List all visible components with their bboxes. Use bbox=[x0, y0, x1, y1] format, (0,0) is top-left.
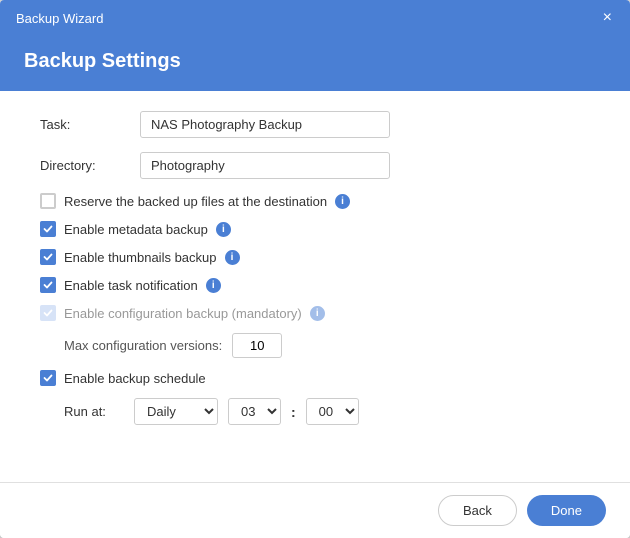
title-bar: Backup Wizard × bbox=[0, 0, 630, 36]
check-icon bbox=[43, 308, 53, 318]
back-button[interactable]: Back bbox=[438, 495, 517, 526]
reserve-label: Reserve the backed up files at the desti… bbox=[64, 194, 327, 209]
thumbnails-info-icon: i bbox=[225, 250, 240, 265]
schedule-row: Enable backup schedule bbox=[40, 370, 590, 386]
directory-row: Directory: bbox=[40, 152, 590, 179]
close-button[interactable]: × bbox=[601, 10, 614, 26]
backup-wizard-dialog: Backup Wizard × Backup Settings Task: Di… bbox=[0, 0, 630, 538]
frequency-select[interactable]: Daily Weekly Monthly bbox=[134, 398, 218, 425]
max-versions-label: Max configuration versions: bbox=[64, 338, 222, 353]
config-info-icon: i bbox=[310, 306, 325, 321]
task-row: Task: bbox=[40, 111, 590, 138]
config-label: Enable configuration backup (mandatory) bbox=[64, 306, 302, 321]
directory-label: Directory: bbox=[40, 158, 140, 173]
reserve-info-icon: i bbox=[335, 194, 350, 209]
metadata-row: Enable metadata backup i bbox=[40, 221, 590, 237]
dialog-title: Backup Wizard bbox=[16, 11, 103, 26]
schedule-label: Enable backup schedule bbox=[64, 371, 206, 386]
reserve-row: Reserve the backed up files at the desti… bbox=[40, 193, 590, 209]
notification-row: Enable task notification i bbox=[40, 277, 590, 293]
run-at-label: Run at: bbox=[64, 404, 124, 419]
config-checkbox bbox=[40, 305, 56, 321]
directory-input[interactable] bbox=[140, 152, 390, 179]
schedule-checkbox[interactable] bbox=[40, 370, 56, 386]
metadata-checkbox[interactable] bbox=[40, 221, 56, 237]
notification-checkbox[interactable] bbox=[40, 277, 56, 293]
reserve-checkbox[interactable] bbox=[40, 193, 56, 209]
check-icon bbox=[43, 280, 53, 290]
thumbnails-label: Enable thumbnails backup bbox=[64, 250, 217, 265]
notification-label: Enable task notification bbox=[64, 278, 198, 293]
max-versions-input[interactable] bbox=[232, 333, 282, 358]
notification-info-icon: i bbox=[206, 278, 221, 293]
done-button[interactable]: Done bbox=[527, 495, 606, 526]
check-icon bbox=[43, 373, 53, 383]
metadata-label: Enable metadata backup bbox=[64, 222, 208, 237]
run-at-row: Run at: Daily Weekly Monthly 00 01 02 03… bbox=[64, 398, 590, 425]
page-title: Backup Settings bbox=[24, 50, 606, 73]
page-header: Backup Settings bbox=[0, 36, 630, 91]
check-icon bbox=[43, 224, 53, 234]
metadata-info-icon: i bbox=[216, 222, 231, 237]
thumbnails-checkbox[interactable] bbox=[40, 249, 56, 265]
thumbnails-row: Enable thumbnails backup i bbox=[40, 249, 590, 265]
check-icon bbox=[43, 252, 53, 262]
footer: Back Done bbox=[0, 482, 630, 538]
task-input[interactable] bbox=[140, 111, 390, 138]
hour-select[interactable]: 00 01 02 03 04 05 06 07 08 09 10 11 12 bbox=[228, 398, 281, 425]
minute-select[interactable]: 00 15 30 45 bbox=[306, 398, 359, 425]
content-area: Task: Directory: Reserve the backed up f… bbox=[0, 91, 630, 482]
max-versions-row: Max configuration versions: bbox=[64, 333, 590, 358]
time-colon: : bbox=[291, 404, 296, 420]
task-label: Task: bbox=[40, 117, 140, 132]
config-row: Enable configuration backup (mandatory) … bbox=[40, 305, 590, 321]
